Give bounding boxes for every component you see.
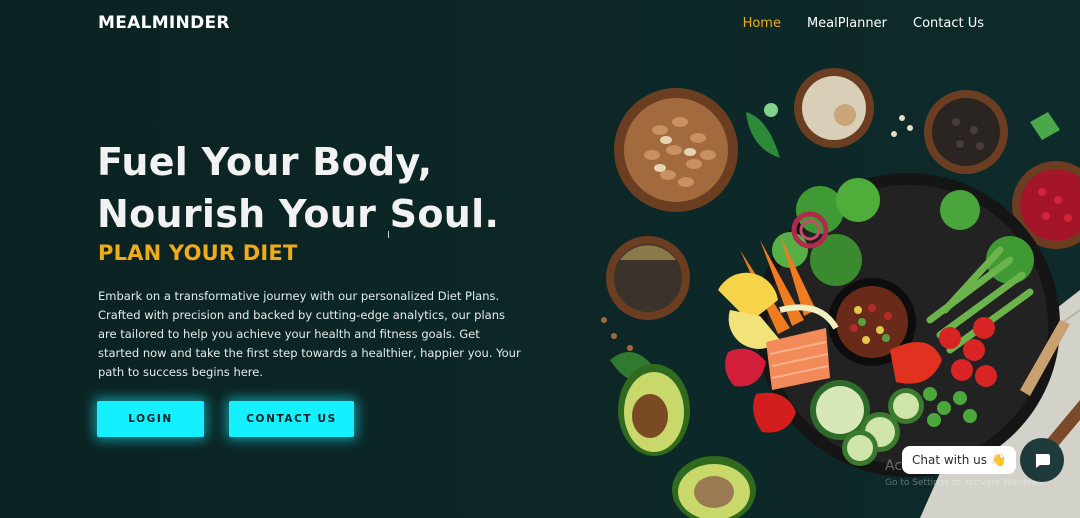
chat-bubble-icon [1035, 454, 1050, 468]
avocado [618, 364, 690, 456]
login-button[interactable]: LOGIN [97, 401, 204, 437]
hero-title: Fuel Your Body, Nourish Your Soul. [97, 136, 499, 240]
chat-button[interactable] [1020, 438, 1064, 482]
hero-description: Embark on a transformative journey with … [98, 289, 521, 379]
seeds-bowl [606, 236, 690, 320]
pepper-bowl [924, 90, 1008, 174]
brand-logo[interactable]: MEALMINDER [98, 13, 230, 33]
main-nav: Home MealPlanner Contact Us [743, 16, 984, 31]
contact-us-button[interactable]: CONTACT US [229, 401, 354, 437]
oats-bowl [794, 68, 874, 148]
avocado-2 [672, 456, 756, 518]
chat-with-us-bubble[interactable]: Chat with us 👋 [902, 446, 1016, 474]
hero-title-line2: Nourish Your Soul. [97, 192, 500, 236]
nuts-bowl [614, 88, 738, 212]
wave-icon: 👋 [991, 453, 1006, 467]
nav-home[interactable]: Home [743, 16, 781, 31]
hero-title-line1: Fuel Your Body, [97, 140, 433, 184]
nav-mealplanner[interactable]: MealPlanner [807, 16, 887, 31]
nav-contact-us[interactable]: Contact Us [913, 16, 984, 31]
chat-label: Chat with us [912, 453, 987, 467]
page: MEALMINDER Home MealPlanner Contact Us F… [0, 0, 1080, 518]
text-cursor-icon: I [387, 230, 390, 241]
hero-subtitle: PLAN YOUR DIET [98, 241, 298, 265]
